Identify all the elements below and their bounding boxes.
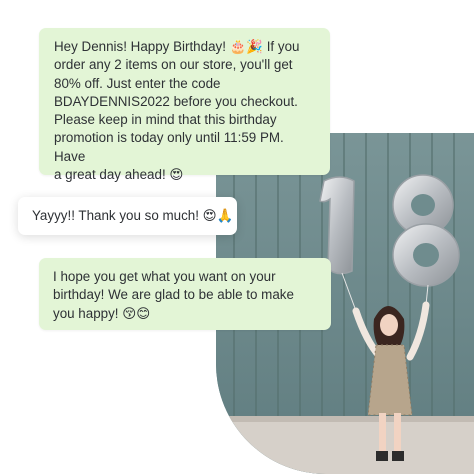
message-bubble-customer: Yayyy!! Thank you so much! 😍🙏 xyxy=(18,197,237,235)
message-text: Yayyy!! Thank you so much! 😍🙏 xyxy=(32,208,234,223)
floor xyxy=(216,418,474,474)
message-bubble-business: I hope you get what you want on your bir… xyxy=(39,258,331,330)
message-text: Hey Dennis! Happy Birthday! 🎂🎉 If you or… xyxy=(54,39,300,183)
message-bubble-business: Hey Dennis! Happy Birthday! 🎂🎉 If you or… xyxy=(39,28,330,182)
message-text: I hope you get what you want on your bir… xyxy=(53,269,294,321)
